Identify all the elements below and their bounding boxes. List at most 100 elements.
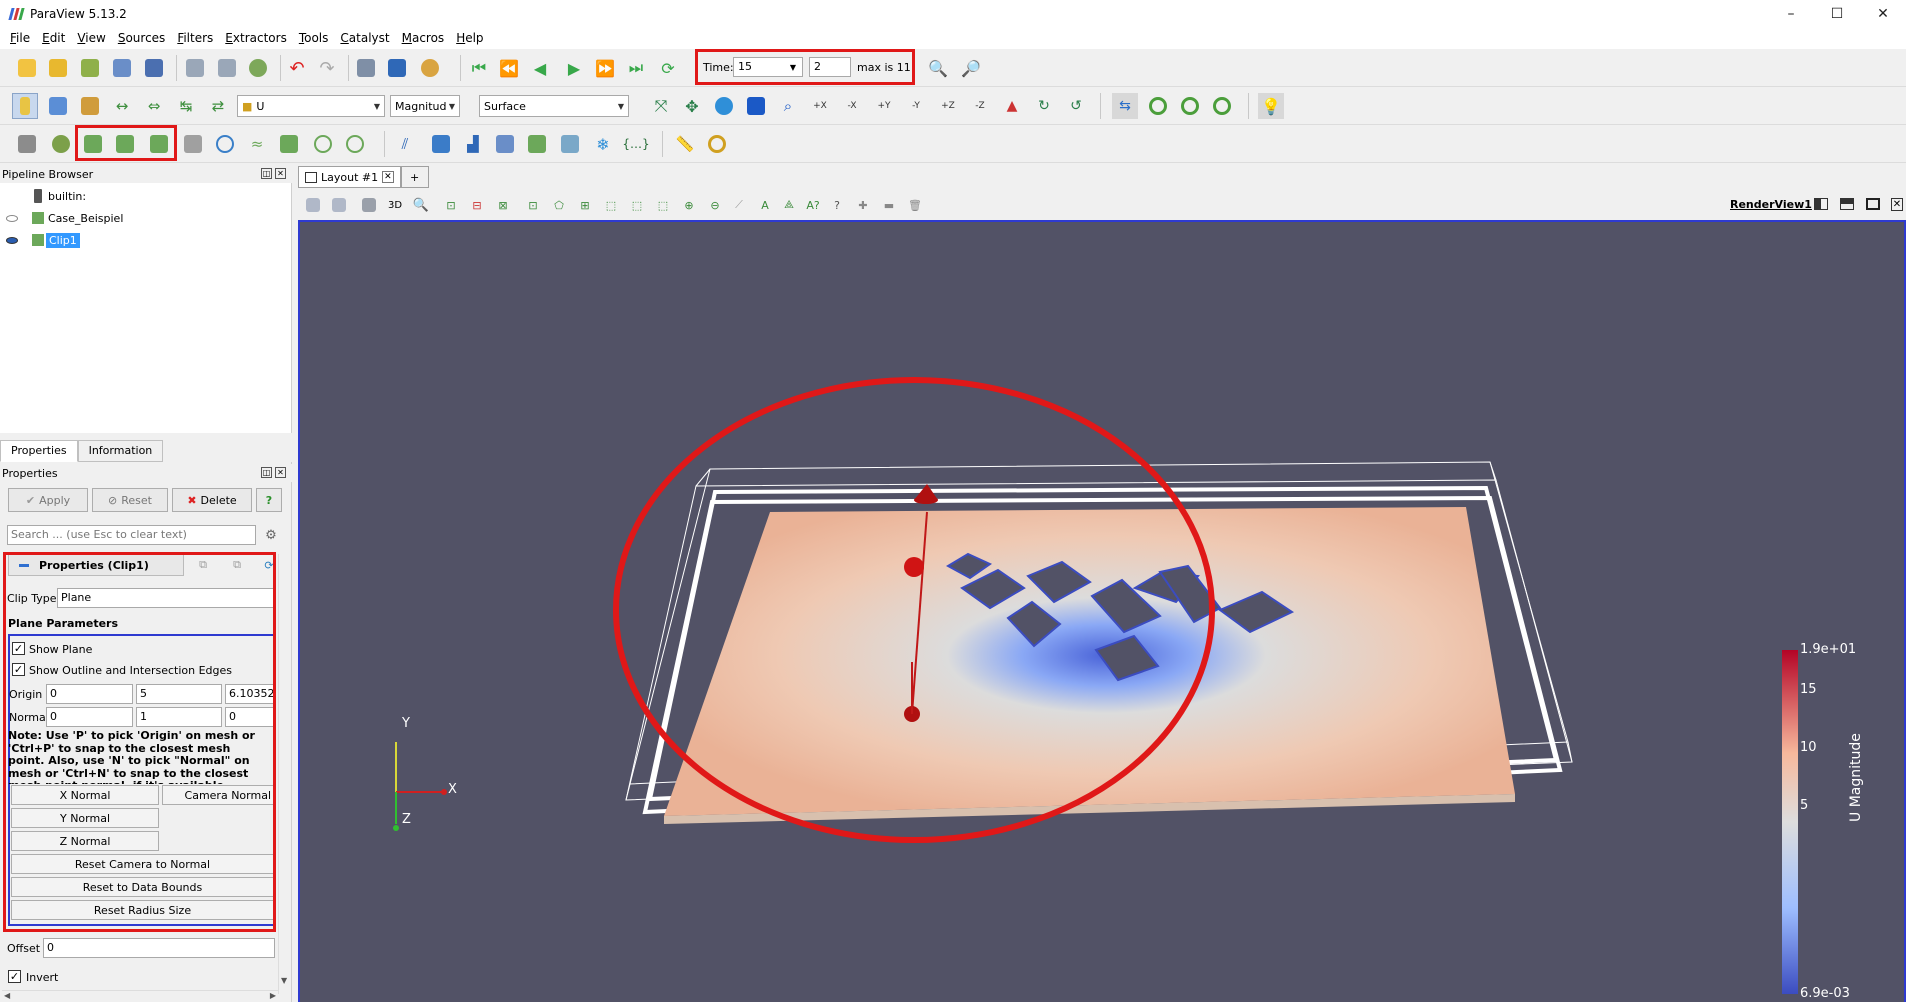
isometric-view-icon[interactable]: ▲ bbox=[999, 93, 1025, 119]
menu-edit[interactable]: Edit bbox=[36, 31, 71, 45]
set-view-minus-z-icon[interactable]: -Z bbox=[967, 93, 993, 119]
contour-icon[interactable] bbox=[48, 131, 74, 157]
select-polygon-icon[interactable]: ⬠ bbox=[546, 192, 572, 218]
offset-field[interactable]: 0 bbox=[43, 938, 275, 958]
z-normal-button[interactable]: Z Normal bbox=[11, 831, 159, 851]
clip-icon[interactable] bbox=[80, 131, 106, 157]
redo-icon[interactable]: ↷ bbox=[314, 55, 340, 81]
probe-line-icon[interactable]: ⫽ bbox=[392, 131, 418, 157]
color-variable-select[interactable]: ■ U ▼ bbox=[237, 95, 385, 117]
last-frame-icon[interactable]: ⏭ bbox=[623, 55, 649, 81]
properties-search-input[interactable]: Search ... (use Esc to clear text) bbox=[7, 525, 256, 545]
connect-icon[interactable] bbox=[109, 55, 135, 81]
open-folder-icon[interactable] bbox=[14, 55, 40, 81]
first-frame-icon[interactable]: ⏮ bbox=[466, 55, 492, 81]
gear-icon[interactable]: ⚙ bbox=[260, 524, 282, 546]
copy-properties-icon[interactable]: ⧉ bbox=[188, 554, 218, 576]
properties-scrollbar[interactable]: ▼ bbox=[278, 554, 290, 994]
maximize-button[interactable]: ☐ bbox=[1814, 0, 1860, 27]
delete-button[interactable]: ✖ Delete bbox=[172, 488, 252, 512]
toggle-color-legend-icon[interactable] bbox=[12, 93, 38, 119]
subtract-selection-icon[interactable]: ▬ bbox=[876, 192, 902, 218]
reset-to-data-bounds-button[interactable]: Reset to Data Bounds bbox=[11, 877, 274, 897]
edit-scalar-bar-icon[interactable] bbox=[77, 93, 103, 119]
origin-z-field[interactable]: 6.10352e bbox=[225, 684, 274, 704]
hover-cells-icon[interactable]: ⬚ bbox=[650, 192, 676, 218]
close-button[interactable]: ✕ bbox=[1860, 0, 1906, 27]
extract-surface-icon[interactable] bbox=[524, 131, 550, 157]
camera-normal-button[interactable]: Camera Normal bbox=[162, 785, 274, 805]
origin-y-field[interactable]: 5 bbox=[136, 684, 222, 704]
pick-center-icon[interactable] bbox=[1145, 93, 1171, 119]
label-cells-icon[interactable]: A bbox=[752, 192, 778, 218]
rescale-custom-range-icon[interactable]: ⇔ bbox=[141, 93, 167, 119]
hover-points-icon[interactable]: ⬚ bbox=[624, 192, 650, 218]
stream-tracer-icon[interactable]: ≈ bbox=[244, 131, 270, 157]
calculator-icon[interactable] bbox=[14, 131, 40, 157]
maximize-view-icon[interactable] bbox=[1862, 193, 1884, 215]
next-frame-icon[interactable]: ⏩ bbox=[592, 55, 618, 81]
scroll-down-icon[interactable]: ▼ bbox=[281, 976, 287, 985]
toggle-3d-button[interactable]: 3D bbox=[382, 192, 408, 218]
light-kit-icon[interactable]: 💡 bbox=[1258, 93, 1284, 119]
color-palette-icon[interactable] bbox=[417, 55, 443, 81]
zoom-closest-icon[interactable]: ⌕ bbox=[775, 93, 801, 119]
split-horizontal-icon[interactable] bbox=[1810, 193, 1832, 215]
undo-icon[interactable]: ↶ bbox=[284, 55, 310, 81]
normal-x-field[interactable]: 0 bbox=[46, 707, 133, 727]
normal-y-field[interactable]: 1 bbox=[136, 707, 222, 727]
plot-over-time-icon[interactable] bbox=[492, 131, 518, 157]
extract-level-icon[interactable] bbox=[342, 131, 368, 157]
d3-icon[interactable]: ❄ bbox=[590, 131, 616, 157]
x-normal-button[interactable]: X Normal bbox=[11, 785, 159, 805]
add-selection-icon[interactable]: ✚ bbox=[850, 192, 876, 218]
reset-session-icon[interactable] bbox=[245, 55, 271, 81]
play-backward-icon[interactable]: ◀ bbox=[527, 55, 553, 81]
camera-undo-icon[interactable] bbox=[384, 55, 410, 81]
close-dock-icon[interactable]: ✕ bbox=[275, 467, 286, 478]
gradient-icon[interactable] bbox=[557, 131, 583, 157]
show-plane-checkbox[interactable]: ✓ bbox=[12, 642, 25, 655]
apply-button[interactable]: ✔ Apply bbox=[8, 488, 88, 512]
scroll-left-icon[interactable]: ◀ bbox=[4, 991, 10, 1000]
label-points-icon[interactable]: ⟁ bbox=[776, 192, 802, 218]
paste-properties-icon[interactable]: ⧉ bbox=[222, 554, 252, 576]
redo-camera-icon[interactable] bbox=[326, 192, 352, 218]
show-center-icon[interactable] bbox=[1209, 93, 1235, 119]
pipeline-item-builtin[interactable]: builtin: bbox=[34, 187, 86, 205]
reset-camera-to-normal-button[interactable]: Reset Camera to Normal bbox=[11, 854, 274, 874]
reset-center-icon[interactable] bbox=[1177, 93, 1203, 119]
reset-button[interactable]: ⊘ Reset bbox=[92, 488, 168, 512]
shrink-selection-icon[interactable]: ⊖ bbox=[702, 192, 728, 218]
slice-icon[interactable] bbox=[112, 131, 138, 157]
threshold-icon[interactable] bbox=[146, 131, 172, 157]
zoom-box-icon[interactable] bbox=[743, 93, 769, 119]
tab-information[interactable]: Information bbox=[77, 440, 164, 462]
clip-type-select[interactable]: Plane bbox=[57, 588, 275, 608]
properties-hscrollbar[interactable]: ◀ ▶ bbox=[2, 990, 278, 1002]
set-view-minus-x-icon[interactable]: -X bbox=[839, 93, 865, 119]
y-normal-button[interactable]: Y Normal bbox=[11, 808, 159, 828]
ruler-icon[interactable]: 📏 bbox=[672, 131, 698, 157]
edit-query-icon[interactable]: ? bbox=[824, 192, 850, 218]
disconnect-icon[interactable] bbox=[141, 55, 167, 81]
select-points-on-icon[interactable]: ⊡ bbox=[438, 192, 464, 218]
visibility-on-icon[interactable] bbox=[6, 236, 18, 244]
rotate-minus-90-icon[interactable]: ↺ bbox=[1063, 93, 1089, 119]
close-dock-icon[interactable]: ✕ bbox=[275, 168, 286, 179]
toggle-labels-icon[interactable]: ⟋ bbox=[726, 192, 752, 218]
loop-icon[interactable]: ⟳ bbox=[655, 55, 681, 81]
representation-select[interactable]: Surface ▼ bbox=[479, 95, 629, 117]
capture-view-icon[interactable] bbox=[300, 192, 326, 218]
menu-help[interactable]: Help bbox=[450, 31, 489, 45]
glyph-icon[interactable] bbox=[212, 131, 238, 157]
protractor-icon[interactable] bbox=[704, 131, 730, 157]
float-dock-icon[interactable]: ◫ bbox=[261, 168, 272, 179]
previous-frame-icon[interactable]: ⏪ bbox=[496, 55, 522, 81]
menu-sources[interactable]: Sources bbox=[112, 31, 171, 45]
open-recent-icon[interactable] bbox=[45, 55, 71, 81]
split-vertical-icon[interactable] bbox=[1836, 193, 1858, 215]
save-state-icon[interactable] bbox=[182, 55, 208, 81]
zoom-to-closest-icon[interactable]: ✥ bbox=[679, 93, 705, 119]
select-blocks-icon[interactable]: ⊞ bbox=[572, 192, 598, 218]
